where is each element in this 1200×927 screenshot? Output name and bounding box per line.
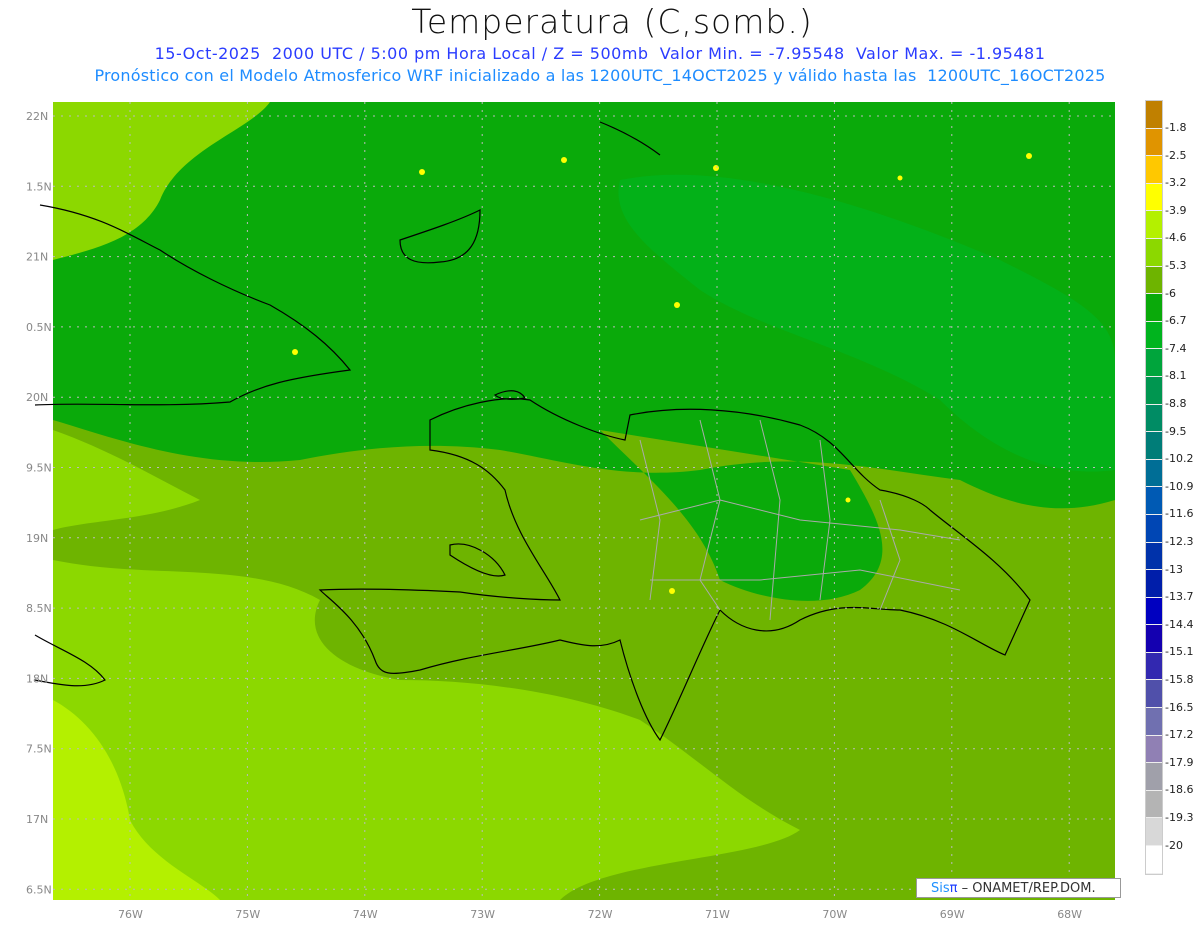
colorbar-label: -3.9 bbox=[1165, 203, 1187, 217]
colorbar-label: -14.4 bbox=[1165, 617, 1194, 631]
lon-label: 72W bbox=[588, 908, 613, 921]
colorbar-swatch bbox=[1146, 652, 1162, 681]
colorbar-label: -8.8 bbox=[1165, 397, 1187, 410]
lat-label: 1.5N bbox=[26, 180, 52, 193]
colorbar-swatch bbox=[1146, 708, 1162, 736]
colorbar-label: -17.9 bbox=[1165, 755, 1194, 769]
lon-label: 71W bbox=[705, 908, 730, 921]
colorbar-swatch bbox=[1146, 101, 1162, 129]
colorbar-swatch bbox=[1146, 735, 1162, 764]
lat-label: 21N bbox=[26, 251, 48, 264]
lon-label: 76W bbox=[118, 908, 143, 921]
colorbar-label: -9.5 bbox=[1165, 424, 1187, 438]
colorbar-swatch bbox=[1146, 238, 1162, 267]
colorbar-label: -10.9 bbox=[1165, 479, 1194, 493]
colorbar-swatch bbox=[1146, 514, 1162, 543]
lon-label: 69W bbox=[940, 908, 965, 921]
latitude-labels: 22N 1.5N 21N 0.5N 20N 9.5N 19N 8.5N 18N 7.5N 17N 6.… bbox=[26, 110, 52, 896]
colorbar-label: -4.6 bbox=[1165, 231, 1187, 245]
lat-label: 17N bbox=[26, 813, 48, 826]
colorbar-label: -5.3 bbox=[1165, 259, 1187, 272]
lon-label: 74W bbox=[353, 908, 378, 921]
colorbar-swatch bbox=[1146, 763, 1162, 791]
colorbar-swatch bbox=[1146, 432, 1162, 460]
colorbar-label: -1.8 bbox=[1165, 121, 1187, 134]
colorbar-swatch bbox=[1146, 459, 1162, 488]
lat-label: 22N bbox=[26, 110, 48, 123]
colorbar-swatch bbox=[1146, 294, 1162, 322]
lon-label: 73W bbox=[470, 908, 495, 921]
colorbar-swatch bbox=[1146, 211, 1162, 239]
colorbar-label: -20 bbox=[1165, 838, 1183, 852]
colorbar-label: -11.6 bbox=[1165, 507, 1194, 521]
colorbar-label: -10.2 bbox=[1165, 452, 1194, 466]
colorbar bbox=[1145, 100, 1163, 875]
lon-label: 70W bbox=[822, 908, 847, 921]
colorbar-swatch bbox=[1146, 597, 1162, 626]
colorbar-label: -18.6 bbox=[1165, 783, 1194, 797]
colorbar-label: -15.1 bbox=[1165, 645, 1194, 659]
lat-label: 8.5N bbox=[26, 602, 52, 615]
colorbar-label: -16.5 bbox=[1165, 700, 1194, 714]
colorbar-label: -19.3 bbox=[1165, 811, 1194, 824]
lat-label: 0.5N bbox=[26, 321, 52, 334]
colorbar-label: -2.5 bbox=[1165, 148, 1187, 162]
colorbar-swatch bbox=[1146, 625, 1162, 653]
colorbar-label: -13.7 bbox=[1165, 590, 1194, 604]
colorbar-label: -3.2 bbox=[1165, 176, 1187, 190]
colorbar-swatch bbox=[1146, 846, 1162, 874]
colorbar-swatch bbox=[1146, 321, 1162, 350]
logo-text: – ONAMET/REP.DOM. bbox=[957, 881, 1096, 896]
lon-label: 68W bbox=[1057, 908, 1082, 921]
colorbar-label: -6.7 bbox=[1165, 314, 1187, 328]
colorbar-label: -12.3 bbox=[1165, 535, 1194, 548]
colorbar-swatch bbox=[1146, 404, 1162, 433]
logo-sis: Sis bbox=[931, 881, 950, 896]
lat-label: 7.5N bbox=[26, 743, 52, 756]
temperature-map: 22N 1.5N 21N 0.5N 20N 9.5N 19N 8.5N 18N 7.5N 17N 6.… bbox=[26, 102, 1115, 921]
colorbar-label: -6 bbox=[1165, 286, 1176, 300]
longitude-labels: 76W 75W 74W 73W 72W 71W 70W 69W 68W bbox=[118, 908, 1082, 921]
colorbar-swatch bbox=[1146, 183, 1162, 212]
lat-label: 18N bbox=[26, 672, 48, 685]
colorbar-swatch bbox=[1146, 128, 1162, 157]
colorbar-swatch bbox=[1146, 349, 1162, 377]
colorbar-label: -17.2 bbox=[1165, 728, 1194, 742]
colorbar-swatch bbox=[1146, 266, 1162, 295]
colorbar-label: -8.1 bbox=[1165, 369, 1187, 383]
colorbar-swatch bbox=[1146, 542, 1162, 571]
lon-label: 75W bbox=[235, 908, 260, 921]
lat-label: 19N bbox=[26, 532, 48, 545]
colorbar-swatch bbox=[1146, 156, 1162, 184]
colorbar-swatch bbox=[1146, 376, 1162, 405]
colorbar-swatch bbox=[1146, 818, 1162, 847]
colorbar-label: -15.8 bbox=[1165, 673, 1194, 686]
lat-label: 20N bbox=[26, 391, 48, 404]
colorbar-label: -7.4 bbox=[1165, 341, 1187, 355]
colorbar-swatch bbox=[1146, 790, 1162, 819]
colorbar-label: -13 bbox=[1165, 562, 1183, 576]
lat-label: 6.5N bbox=[26, 883, 52, 896]
colorbar-swatch bbox=[1146, 680, 1162, 709]
colorbar-swatch bbox=[1146, 487, 1162, 515]
lat-label: 9.5N bbox=[26, 462, 52, 475]
colorbar-swatch bbox=[1146, 570, 1162, 598]
sispi-onamet-logo: Sisπ – ONAMET/REP.DOM. bbox=[916, 878, 1121, 898]
